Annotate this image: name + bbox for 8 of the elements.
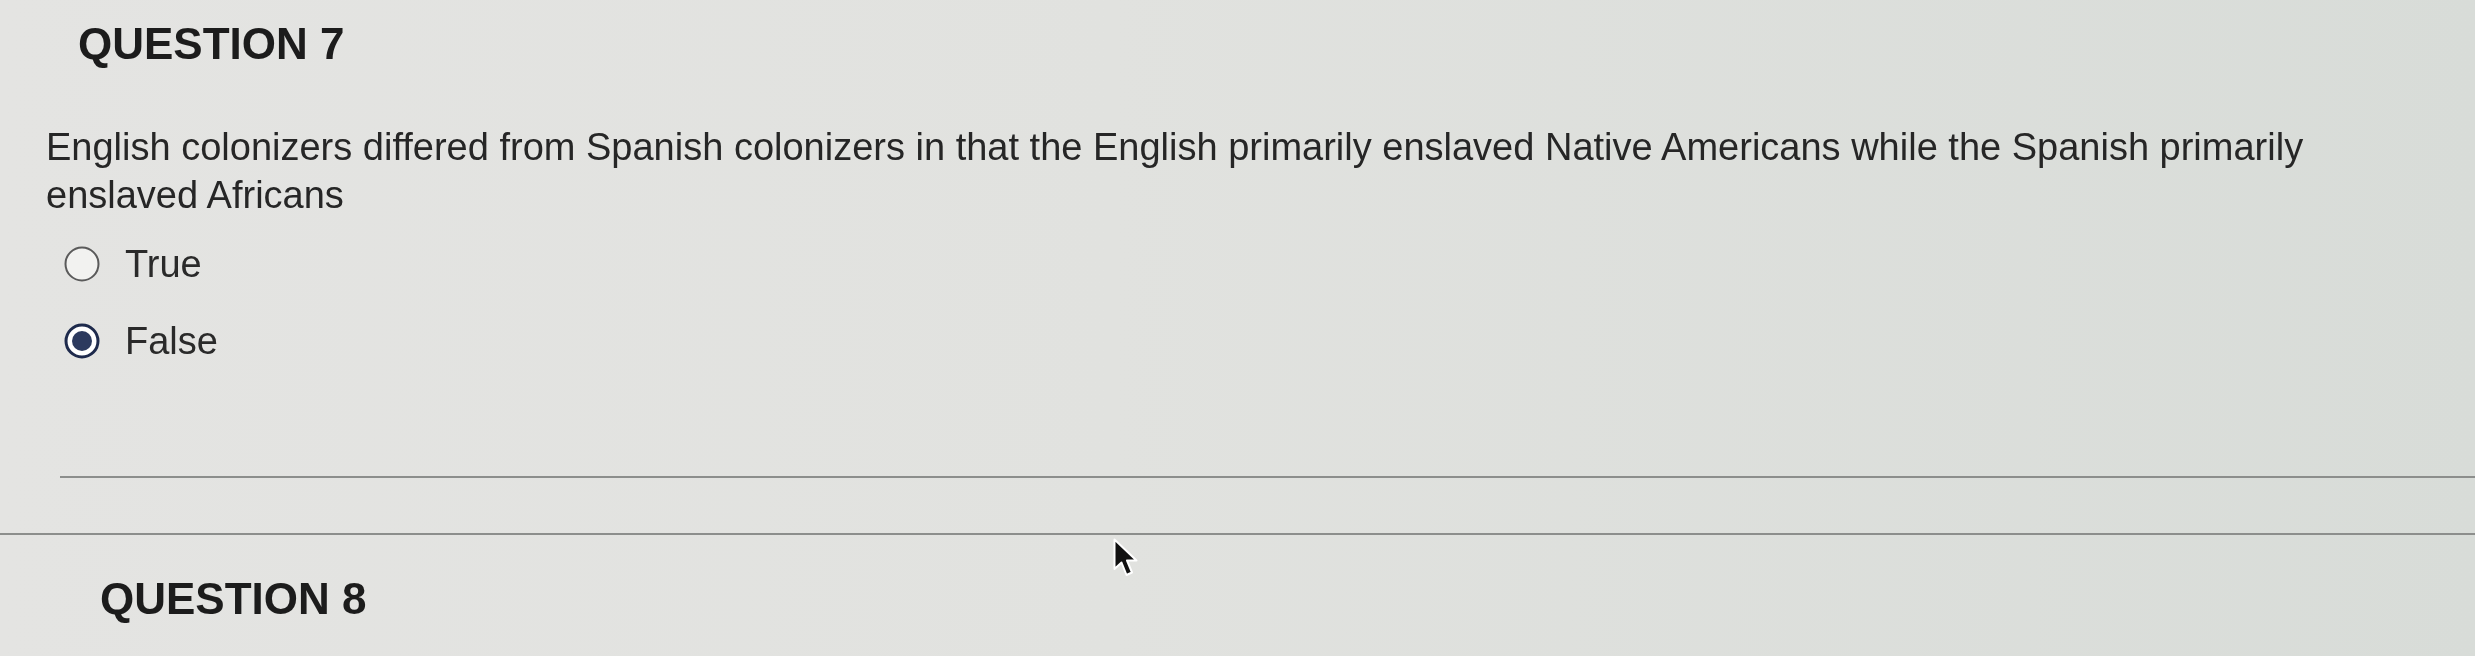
question-heading: QUESTION 7 <box>78 18 345 70</box>
question-heading: QUESTION 8 <box>100 573 367 625</box>
radio-button[interactable] <box>64 323 100 359</box>
option-label[interactable]: True <box>125 242 202 286</box>
option-label[interactable]: False <box>125 319 218 363</box>
mouse-pointer-icon <box>1113 538 1139 578</box>
radio-button[interactable] <box>64 246 100 282</box>
question-prompt: English colonizers differed from Spanish colonizers in that the English primarily enslaved Native Americans while the Spanish primarily enslaved Africans <box>46 125 2305 218</box>
